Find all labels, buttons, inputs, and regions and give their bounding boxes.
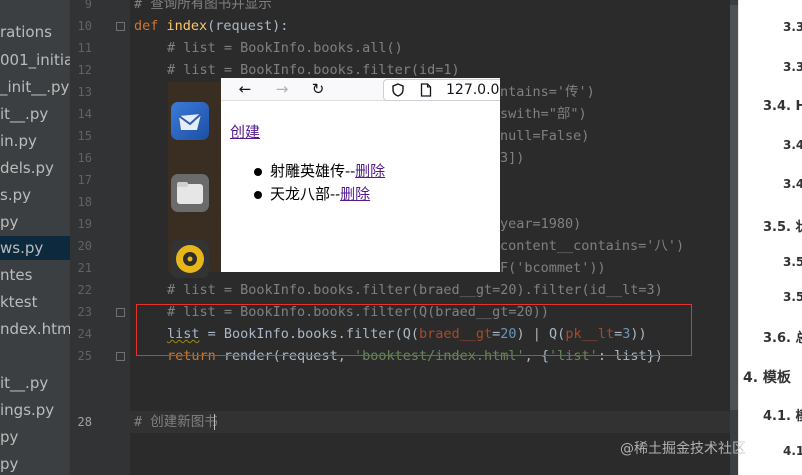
- book-item: 天龙八部--删除: [270, 183, 370, 204]
- line-number: 25: [77, 349, 92, 363]
- tree-item-urls-py[interactable]: py: [0, 210, 18, 234]
- code-line-19: year=1980): [500, 216, 582, 232]
- list-bullet: [254, 191, 262, 199]
- outline-item[interactable]: 4. 模板: [743, 367, 791, 387]
- line-number: 19: [77, 217, 92, 231]
- code-line-13: ntains='传'): [500, 84, 595, 100]
- code-line-15: null=False): [500, 128, 590, 144]
- outline-item[interactable]: 3.6. 总: [763, 327, 802, 346]
- outline-item[interactable]: 3.5. 状: [763, 216, 802, 235]
- line-number: 20: [77, 239, 92, 253]
- def-keyword: def: [134, 18, 167, 34]
- delete-link[interactable]: 删除: [355, 162, 385, 180]
- book-title: 射雕英雄传--: [270, 162, 356, 180]
- tree-item-init-py-3[interactable]: it__.py: [0, 371, 48, 395]
- tree-item-models-py[interactable]: dels.py: [0, 156, 54, 180]
- files-icon[interactable]: [171, 174, 209, 212]
- line-number: 24: [77, 327, 92, 341]
- line-number: 16: [77, 151, 92, 165]
- tree-item-index-html[interactable]: ndex.html: [0, 317, 70, 341]
- line-number: 14: [77, 107, 92, 121]
- book-item: 射雕英雄传--删除: [270, 160, 385, 181]
- function-params: (request):: [207, 18, 289, 34]
- line-number: 22: [77, 283, 92, 297]
- line-number: 11: [77, 41, 92, 55]
- project-tree: rations 001_initial _init__.py it__.py i…: [0, 0, 70, 475]
- outline-item[interactable]: 3.4: [783, 138, 802, 152]
- line-number-current: 28: [77, 415, 92, 429]
- outline-item[interactable]: 3.4: [783, 177, 802, 191]
- shield-icon[interactable]: [391, 83, 405, 97]
- app-dock: [168, 82, 221, 278]
- fold-marker-icon[interactable]: [116, 22, 125, 31]
- outline-item[interactable]: 3.3: [783, 60, 802, 74]
- line-number: 17: [77, 173, 92, 187]
- thunderbird-icon[interactable]: [171, 102, 209, 140]
- line-number: 18: [77, 195, 92, 209]
- line-number: 23: [77, 305, 92, 319]
- browser-window: ← → ↻ 127.0.0. 创建 射雕英雄传--删除 天龙八部--删除: [221, 78, 500, 272]
- outline-item[interactable]: 4.1: [783, 444, 802, 458]
- highlight-box: [136, 304, 692, 356]
- outline-item[interactable]: 3.5: [783, 290, 802, 304]
- code-line-11: # list = BookInfo.books.all(): [167, 40, 403, 56]
- reload-icon[interactable]: ↻: [308, 79, 328, 99]
- rhythmbox-icon[interactable]: [171, 240, 209, 278]
- outline-item[interactable]: 4.1. 模: [763, 405, 802, 424]
- line-number: 13: [77, 85, 92, 99]
- code-line-21: F('bcommet')): [500, 260, 606, 276]
- book-title: 天龙八部--: [270, 185, 341, 203]
- list-bullet: [254, 168, 262, 176]
- code-line-9: # 查询所有图书并显示: [134, 0, 272, 12]
- browser-toolbar: ← → ↻ 127.0.0.: [221, 78, 500, 101]
- editor-scrollbar[interactable]: [730, 5, 738, 410]
- tree-item-wsgi-py[interactable]: py: [0, 452, 18, 475]
- tree-item-settings-py[interactable]: ings.py: [0, 398, 54, 422]
- tree-item-0001-initial[interactable]: 001_initial: [0, 48, 70, 72]
- delete-link[interactable]: 删除: [340, 185, 370, 203]
- tree-item-templates[interactable]: ntes: [0, 263, 32, 287]
- forward-arrow-icon[interactable]: →: [272, 79, 292, 99]
- tree-item-migrations[interactable]: rations: [0, 20, 52, 44]
- code-line-10: def index(request):: [134, 15, 288, 37]
- line-number: 9: [84, 0, 92, 11]
- tree-item-booktest[interactable]: ktest: [0, 290, 38, 314]
- tree-item-views-py[interactable]: ws.py: [0, 236, 70, 260]
- function-name: index: [166, 18, 208, 34]
- url-text: 127.0.0.: [446, 82, 500, 98]
- tree-item-init-py[interactable]: _init__.py: [0, 75, 69, 99]
- tree-item-tests-py[interactable]: s.py: [0, 183, 31, 207]
- line-number: 12: [77, 63, 92, 77]
- create-link[interactable]: 创建: [230, 121, 260, 142]
- back-arrow-icon[interactable]: ←: [235, 79, 255, 99]
- page-icon: [420, 83, 432, 97]
- line-number: 21: [77, 261, 92, 275]
- tree-item-init-py-2[interactable]: it__.py: [0, 102, 48, 126]
- watermark: @稀土掘金技术社区: [620, 441, 746, 457]
- fold-marker-icon[interactable]: [116, 352, 125, 361]
- code-line-14: swith="部"): [500, 106, 587, 122]
- line-number-gutter: 9 10 11 12 13 14 15 16 17 18 19 20 21 22…: [70, 0, 130, 475]
- code-line-16: 3]): [500, 150, 525, 166]
- code-line-20: content__contains='八'): [500, 238, 685, 254]
- fold-marker-icon[interactable]: [116, 308, 125, 317]
- tree-item-admin-py[interactable]: in.py: [0, 129, 37, 153]
- outline-item[interactable]: 3.3: [783, 20, 802, 34]
- line-number: 15: [77, 129, 92, 143]
- outline-item[interactable]: 3.5: [783, 255, 802, 269]
- tree-item-urls-py-2[interactable]: py: [0, 425, 18, 449]
- text-caret: [214, 414, 215, 430]
- url-bar[interactable]: 127.0.0.: [383, 79, 500, 101]
- code-line-22: # list = BookInfo.books.filter(braed__gt…: [167, 282, 663, 298]
- line-number: 10: [77, 19, 92, 33]
- code-line-28: # 创建新图书: [134, 414, 218, 430]
- outline-panel: 3.3 3.3 3.4. Ht 3.4 3.4 3.5. 状 3.5 3.5 3…: [738, 0, 802, 475]
- outline-item[interactable]: 3.4. Ht: [763, 99, 802, 114]
